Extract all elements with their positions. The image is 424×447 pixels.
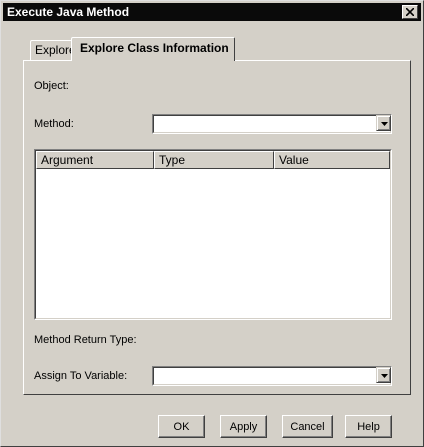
close-button[interactable]	[402, 5, 418, 19]
assign-variable-select[interactable]	[152, 366, 392, 386]
tab-explore[interactable]: Explore	[30, 40, 76, 60]
column-header-argument[interactable]: Argument	[36, 151, 154, 169]
chevron-down-icon	[381, 374, 388, 378]
assign-variable-value	[153, 367, 391, 385]
tab-explore-label: Explore	[35, 43, 76, 57]
object-label: Object:	[34, 80, 69, 92]
assign-dropdown-button[interactable]	[376, 367, 391, 383]
table-body[interactable]	[36, 169, 390, 318]
tab-explore-class-information[interactable]: Explore Class Information	[71, 37, 235, 61]
close-icon	[406, 8, 414, 16]
column-header-type[interactable]: Type	[154, 151, 274, 169]
cancel-button[interactable]: Cancel	[282, 415, 333, 438]
method-label: Method:	[34, 118, 74, 130]
title-bar[interactable]: Execute Java Method	[3, 3, 421, 21]
window-title: Execute Java Method	[7, 5, 130, 19]
method-return-type-label: Method Return Type:	[34, 334, 137, 346]
table-header: Argument Type Value	[36, 151, 390, 169]
help-button[interactable]: Help	[345, 415, 392, 438]
method-dropdown-button[interactable]	[376, 115, 391, 131]
assign-to-variable-label: Assign To Variable:	[34, 370, 128, 382]
ok-button[interactable]: OK	[158, 415, 205, 438]
method-select[interactable]	[152, 114, 392, 134]
column-header-value[interactable]: Value	[274, 151, 390, 169]
chevron-down-icon	[381, 122, 388, 126]
tab-explore-class-information-label: Explore Class Information	[80, 41, 229, 55]
arguments-table[interactable]: Argument Type Value	[34, 149, 392, 320]
apply-button[interactable]: Apply	[220, 415, 267, 438]
dialog-window: Execute Java Method Explore Explore Clas…	[0, 0, 424, 447]
method-select-value	[153, 115, 391, 133]
